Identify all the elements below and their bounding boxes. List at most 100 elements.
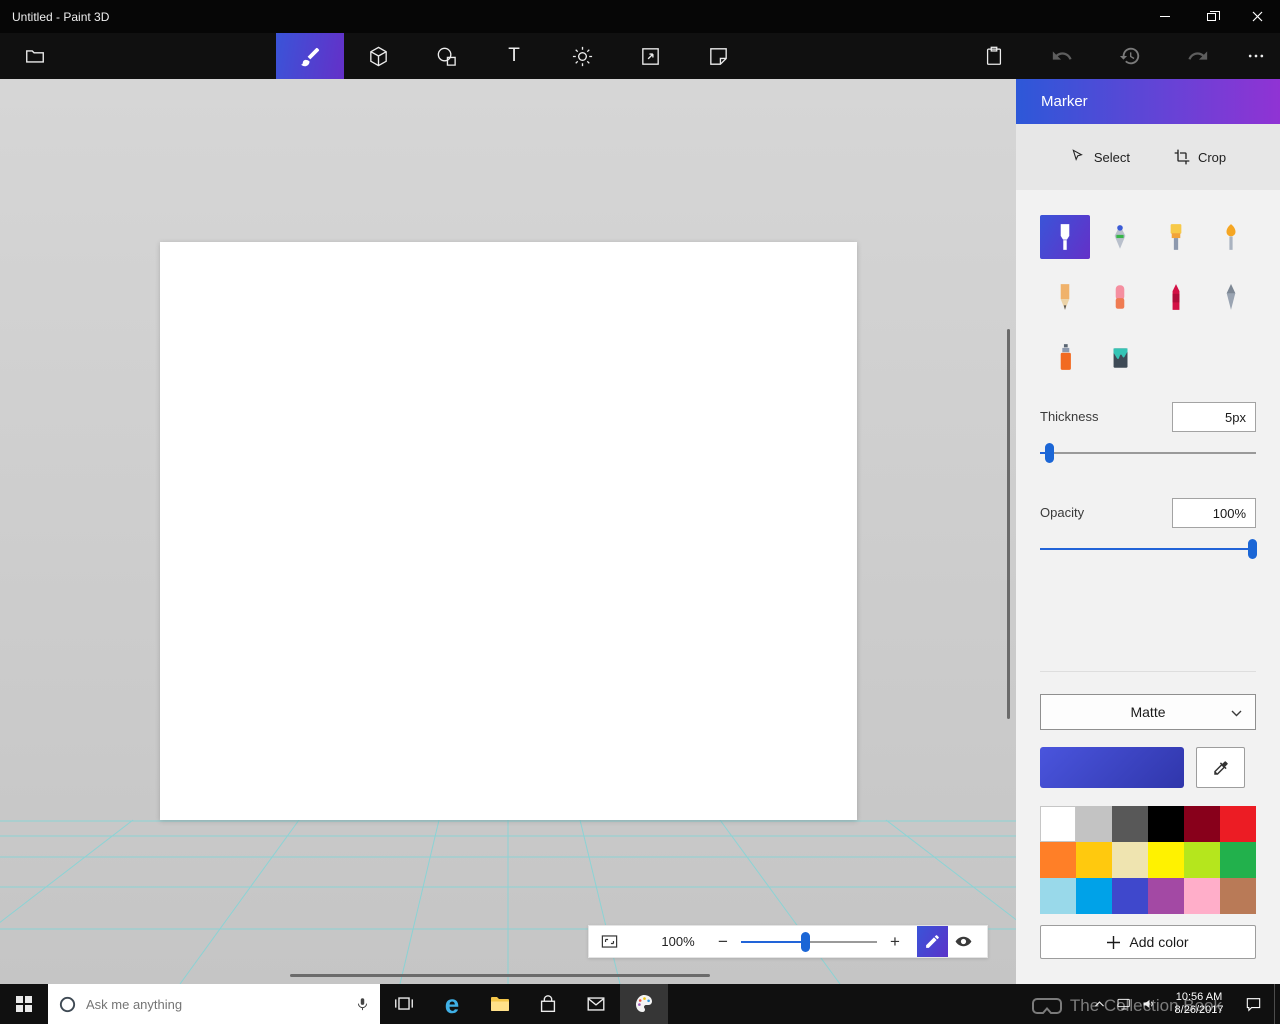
- start-button[interactable]: [0, 984, 48, 1024]
- palette-swatch-brown[interactable]: [1220, 878, 1256, 914]
- palette-swatch-lime[interactable]: [1184, 842, 1220, 878]
- taskbar-store[interactable]: [524, 984, 572, 1024]
- select-button[interactable]: Select: [1070, 149, 1130, 165]
- thickness-slider-thumb[interactable]: [1044, 443, 1054, 463]
- palette-swatch-orange[interactable]: [1040, 842, 1076, 878]
- microphone-icon[interactable]: [355, 996, 370, 1013]
- taskbar-paint3d[interactable]: [620, 984, 668, 1024]
- palette-swatch-light-yellow[interactable]: [1112, 842, 1148, 878]
- close-icon: [1252, 11, 1262, 22]
- opacity-input[interactable]: [1172, 498, 1256, 528]
- tab-2d-shapes[interactable]: [412, 33, 480, 79]
- palette-swatch-white[interactable]: [1040, 806, 1076, 842]
- shapes-icon: [437, 47, 456, 66]
- toolbar-actions: [960, 33, 1280, 79]
- thickness-slider[interactable]: [1040, 443, 1256, 463]
- network-icon: [1117, 998, 1130, 1010]
- hidden-icons-button[interactable]: [1090, 995, 1108, 1013]
- palette-swatch-gold[interactable]: [1076, 842, 1112, 878]
- brush-crayon[interactable]: [1151, 275, 1201, 319]
- palette-swatch-red[interactable]: [1220, 806, 1256, 842]
- add-color-label: Add color: [1129, 934, 1189, 950]
- clock-time: 10:56 AM: [1175, 991, 1223, 1003]
- zoom-in-button[interactable]: +: [885, 930, 905, 954]
- more-button[interactable]: [1232, 33, 1280, 79]
- action-center-button[interactable]: [1232, 984, 1274, 1024]
- brush-pixel-pen[interactable]: [1206, 275, 1256, 319]
- taskbar-search[interactable]: [48, 984, 380, 1024]
- brush-marker[interactable]: [1040, 215, 1090, 259]
- palette-swatch-dark-red[interactable]: [1184, 806, 1220, 842]
- tab-canvas[interactable]: [616, 33, 684, 79]
- file-explorer-icon: [491, 997, 509, 1011]
- palette-swatch-black[interactable]: [1148, 806, 1184, 842]
- tab-3d-shapes[interactable]: [344, 33, 412, 79]
- palette-swatch-purple[interactable]: [1148, 878, 1184, 914]
- fill-bucket-icon: [1113, 348, 1128, 368]
- opacity-slider-thumb[interactable]: [1248, 539, 1257, 559]
- minimize-button[interactable]: [1142, 0, 1188, 33]
- taskbar-mail[interactable]: [572, 984, 620, 1024]
- brush-calligraphy-pen[interactable]: [1095, 215, 1145, 259]
- taskbar-clock[interactable]: 10:56 AM 8/26/2017: [1166, 991, 1232, 1017]
- fit-to-window-button[interactable]: [597, 930, 621, 954]
- palette-swatch-green[interactable]: [1220, 842, 1256, 878]
- brush-oil-brush[interactable]: [1151, 215, 1201, 259]
- cortana-icon: [59, 996, 76, 1012]
- crop-button[interactable]: Crop: [1174, 149, 1226, 165]
- palette-swatch-light-turquoise[interactable]: [1040, 878, 1076, 914]
- zoom-slider[interactable]: [741, 931, 877, 952]
- brush-pencil[interactable]: [1040, 275, 1090, 319]
- palette-swatch-yellow[interactable]: [1148, 842, 1184, 878]
- task-view-button[interactable]: [380, 984, 428, 1024]
- drawing-canvas[interactable]: [160, 242, 857, 820]
- brush-fill[interactable]: [1095, 335, 1145, 379]
- marker-panel: Marker Select Crop Thickness 5px Opacity…: [1016, 79, 1280, 984]
- tray-icons: [1090, 995, 1166, 1013]
- tab-effects[interactable]: [548, 33, 616, 79]
- network-tray-button[interactable]: [1115, 995, 1133, 1013]
- paste-button[interactable]: [960, 33, 1028, 79]
- thickness-input[interactable]: [1172, 402, 1256, 432]
- history-button[interactable]: [1096, 33, 1164, 79]
- volume-tray-button[interactable]: [1140, 995, 1158, 1013]
- workspace-3d-view[interactable]: 100% − +: [0, 79, 1016, 984]
- finish-dropdown[interactable]: Matte: [1040, 694, 1256, 730]
- redo-icon: [1188, 51, 1208, 60]
- select-cursor-icon: [1072, 149, 1083, 161]
- view-eye-button[interactable]: [948, 926, 978, 957]
- current-color-swatch[interactable]: [1040, 747, 1184, 788]
- pen-input-toggle[interactable]: [917, 926, 948, 957]
- close-button[interactable]: [1234, 0, 1280, 33]
- zoom-out-button[interactable]: −: [713, 930, 733, 954]
- brush-eraser[interactable]: [1095, 275, 1145, 319]
- palette-swatch-turquoise[interactable]: [1076, 878, 1112, 914]
- opacity-slider[interactable]: [1040, 539, 1257, 559]
- marker-icon: [1060, 224, 1070, 250]
- brush-watercolour[interactable]: [1206, 215, 1256, 259]
- show-desktop-button[interactable]: [1274, 984, 1280, 1024]
- search-input[interactable]: [86, 996, 346, 1012]
- opacity-label: Opacity: [1040, 505, 1085, 520]
- undo-button[interactable]: [1028, 33, 1096, 79]
- tab-stickers[interactable]: [684, 33, 752, 79]
- menu-button[interactable]: [16, 38, 54, 74]
- taskbar-edge[interactable]: e: [428, 984, 476, 1024]
- palette-swatch-light-grey[interactable]: [1076, 806, 1112, 842]
- tab-text[interactable]: T: [480, 33, 548, 79]
- eyedropper-button[interactable]: [1196, 747, 1245, 788]
- vertical-scrollbar[interactable]: [1007, 329, 1010, 719]
- maximize-button[interactable]: [1188, 0, 1234, 33]
- horizontal-scrollbar[interactable]: [290, 974, 710, 977]
- redo-button[interactable]: [1164, 33, 1232, 79]
- taskbar-file-explorer[interactable]: [476, 984, 524, 1024]
- palette-swatch-pink[interactable]: [1184, 878, 1220, 914]
- zoom-slider-thumb[interactable]: [800, 931, 810, 952]
- tool-tabs: T: [276, 33, 752, 79]
- palette-swatch-dark-grey[interactable]: [1112, 806, 1148, 842]
- undo-icon: [1052, 51, 1072, 60]
- add-color-button[interactable]: Add color: [1040, 925, 1256, 959]
- palette-swatch-indigo[interactable]: [1112, 878, 1148, 914]
- tab-brushes[interactable]: [276, 33, 344, 79]
- brush-spray-can[interactable]: [1040, 335, 1090, 379]
